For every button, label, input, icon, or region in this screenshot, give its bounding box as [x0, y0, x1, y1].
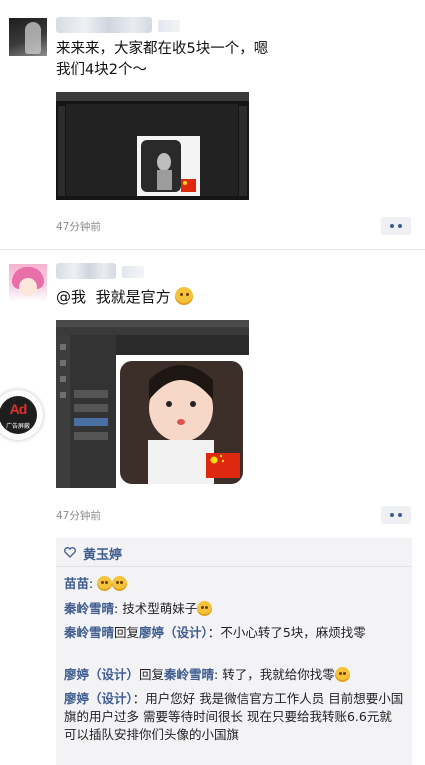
post-time: 47分钟前 [56, 510, 101, 522]
ad-block-badge[interactable]: Ad 广告屏蔽 [0, 390, 43, 440]
more-button[interactable] [381, 217, 411, 235]
more-button[interactable] [381, 506, 411, 524]
ad-sublabel: 广告屏蔽 [5, 423, 30, 430]
comment-item[interactable]: 廖婷（设计）：用户您好 我是微信官方工作人员 目前想要小国旗的用户过多 需要等待… [64, 690, 404, 744]
comment-author[interactable]: 苗苗 [64, 576, 89, 591]
comment-author[interactable]: 廖婷（设计） [64, 691, 133, 706]
grin-emoji-icon [97, 576, 113, 591]
blurred-username[interactable] [56, 17, 180, 33]
liker-name[interactable]: 黄玉婷 [83, 544, 122, 563]
comment-item[interactable]: 苗苗: [64, 575, 404, 593]
comment-item[interactable]: 廖婷（设计）回复秦岭雪晴: 转了，我就给你找零 [64, 666, 404, 684]
post-image[interactable] [56, 92, 249, 200]
heart-icon [64, 547, 76, 558]
comment-item[interactable]: 秦岭雪晴: 技术型萌妹子 [64, 600, 404, 618]
comment-author[interactable]: 秦岭雪晴 [64, 601, 114, 616]
avatar[interactable] [9, 18, 47, 56]
comment-reply-target[interactable]: 廖婷（设计） [139, 625, 208, 640]
dot-icon [398, 513, 402, 517]
comment-author[interactable]: 秦岭雪晴 [64, 625, 114, 640]
post-text: 来来来，大家都在收5块一个，嗯 我们4块2个～ [56, 41, 269, 78]
mention[interactable]: @我 [56, 288, 86, 306]
post-text: @我 我就是官方 [56, 287, 194, 308]
post-divider [0, 249, 425, 250]
like-row: 黄玉婷 [56, 538, 412, 567]
blush-emoji-icon [334, 667, 350, 682]
dot-icon [390, 513, 394, 517]
comment-item[interactable]: 秦岭雪晴回复廖婷（设计）：不小心转了5块，麻烦找零 [64, 624, 404, 642]
dot-icon [390, 224, 394, 228]
comment-section: 黄玉婷 苗苗: 秦岭雪晴: 技术型萌妹子 秦岭雪晴回复廖婷（设计）：不小心转了5… [56, 538, 412, 765]
comment-reply-target[interactable]: 秦岭雪晴 [164, 667, 214, 682]
grin-emoji-icon [112, 576, 128, 591]
post-time: 47分钟前 [56, 221, 101, 233]
dot-icon [398, 224, 402, 228]
ad-label: Ad [9, 401, 28, 417]
blurred-username[interactable] [56, 263, 144, 279]
comment-author[interactable]: 廖婷（设计） [64, 667, 139, 682]
avatar[interactable] [9, 264, 47, 302]
smirk-emoji-icon [197, 601, 213, 616]
post-image[interactable] [56, 320, 249, 488]
blush-emoji-icon [175, 287, 194, 305]
